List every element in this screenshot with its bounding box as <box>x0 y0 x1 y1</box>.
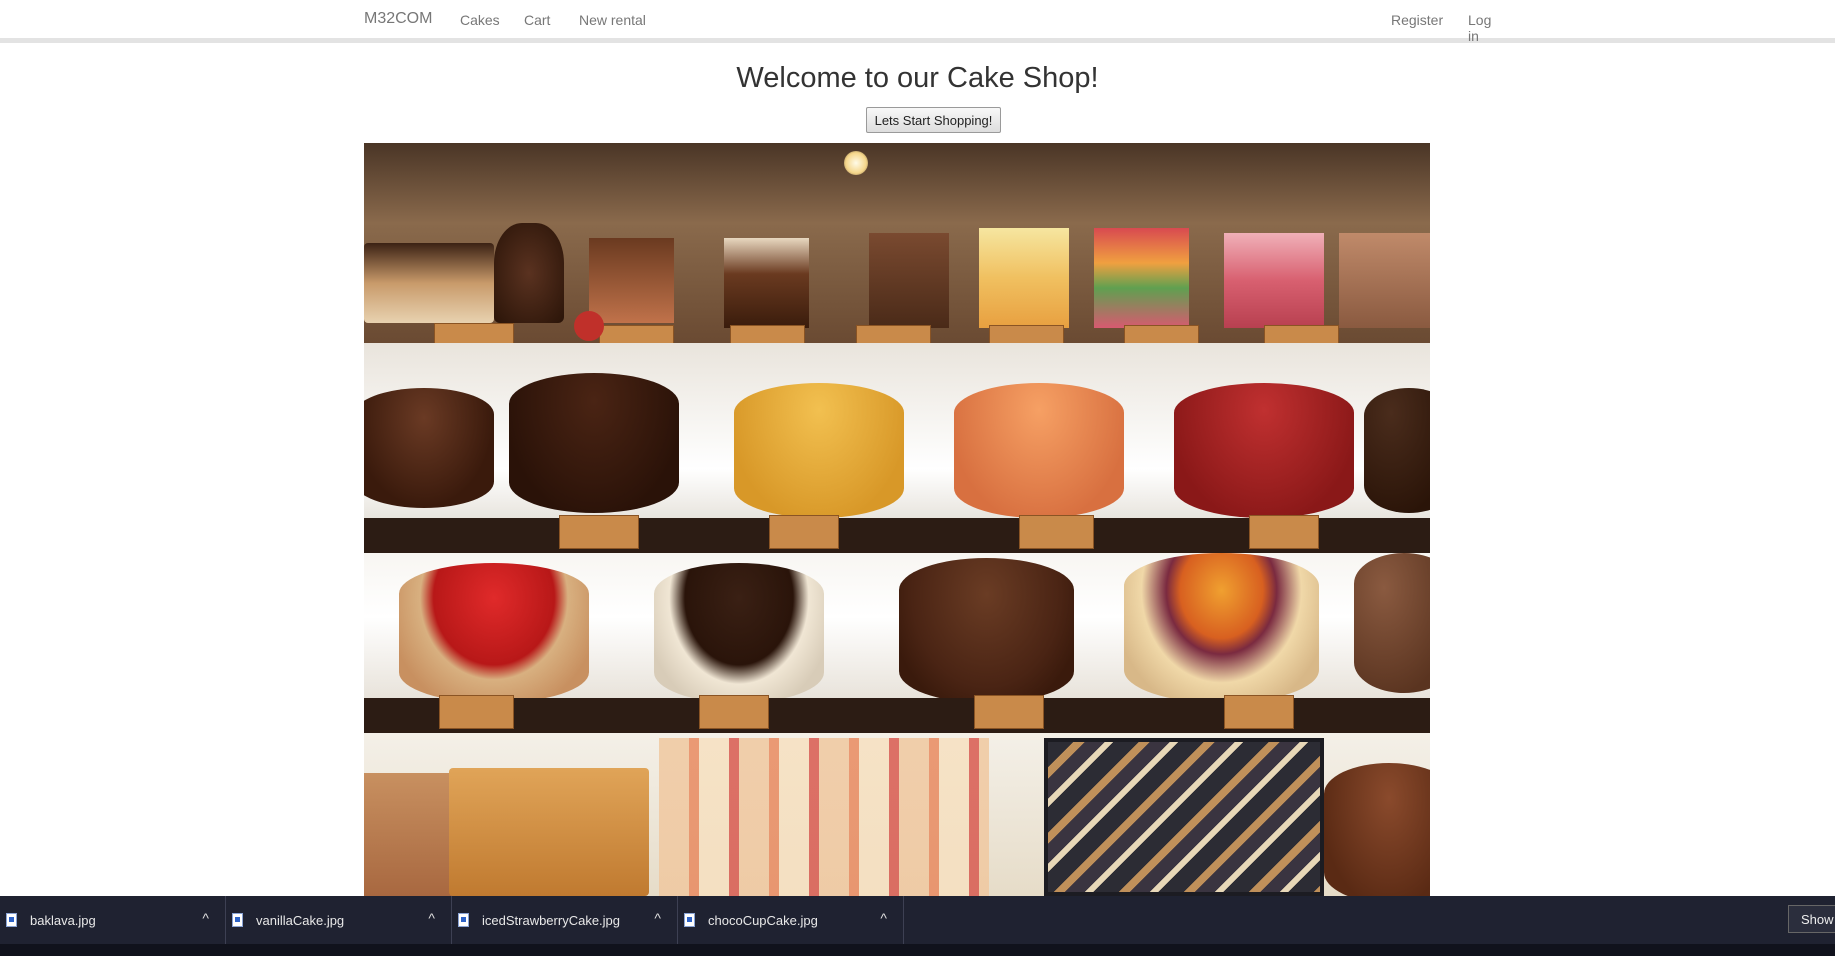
cake-slice <box>1094 228 1189 328</box>
price-tag <box>1249 515 1319 549</box>
strawberry-cake <box>399 563 589 703</box>
chocolate-cake <box>1364 388 1430 513</box>
chocolate-cake <box>1324 763 1430 896</box>
black-forest-cake <box>509 373 679 513</box>
cake-slice <box>869 233 949 328</box>
cake-slice <box>724 238 809 328</box>
cake-slice <box>494 223 564 323</box>
download-filename: icedStrawberryCake.jpg <box>482 913 621 928</box>
navbar-inner: M32COM Cakes Cart New rental Register Lo… <box>364 0 1504 44</box>
cake-slice <box>979 228 1069 328</box>
file-icon <box>458 913 469 927</box>
rainbow-cake <box>954 383 1124 518</box>
cake-slice <box>1224 233 1324 328</box>
nav-link-new-rental[interactable]: New rental <box>579 12 646 28</box>
pastry-tray <box>1044 738 1324 896</box>
nav-link-login[interactable]: Log in <box>1468 12 1504 44</box>
tray-cake <box>364 773 454 896</box>
new-badge-icon <box>574 311 604 341</box>
file-icon <box>684 913 695 927</box>
chocolate-cake <box>364 388 494 508</box>
download-filename: vanillaCake.jpg <box>256 913 345 928</box>
price-tag <box>1224 695 1294 729</box>
download-filename: chocoCupCake.jpg <box>708 913 818 928</box>
cupcakes-display <box>659 738 989 896</box>
file-icon <box>232 913 243 927</box>
price-tag <box>974 695 1044 729</box>
chevron-up-icon[interactable]: ^ <box>428 910 435 926</box>
brand-link[interactable]: M32COM <box>364 10 432 28</box>
price-tag <box>1019 515 1094 549</box>
fruit-cake <box>1124 553 1319 703</box>
download-filename: baklava.jpg <box>30 913 96 928</box>
show-all-button[interactable]: Show <box>1788 905 1835 933</box>
download-item[interactable]: chocoCupCake.jpg ^ <box>678 896 904 944</box>
download-item[interactable]: icedStrawberryCake.jpg ^ <box>452 896 678 944</box>
chevron-up-icon[interactable]: ^ <box>880 910 887 926</box>
price-tag <box>439 695 514 729</box>
os-taskbar <box>0 944 1835 956</box>
nav-link-register[interactable]: Register <box>1391 12 1443 28</box>
start-shopping-button[interactable]: Lets Start Shopping! <box>866 107 1001 133</box>
milk-chocolate-cake <box>734 383 904 518</box>
file-icon <box>6 913 17 927</box>
chocolate-cake <box>1354 553 1430 693</box>
download-item[interactable]: baklava.jpg ^ <box>0 896 226 944</box>
page-title: Welcome to our Cake Shop! <box>736 62 1099 94</box>
chevron-up-icon[interactable]: ^ <box>654 910 661 926</box>
chevron-up-icon[interactable]: ^ <box>202 910 209 926</box>
price-tag <box>699 695 769 729</box>
cake-display-image <box>364 143 1430 896</box>
lamp-light <box>844 151 868 175</box>
red-velvet-cake <box>1174 383 1354 518</box>
cake-slice <box>589 238 674 323</box>
price-tag <box>769 515 839 549</box>
cake-slice <box>1339 233 1430 328</box>
nav-link-cakes[interactable]: Cakes <box>460 12 500 28</box>
oreo-cheese-cake <box>654 563 824 703</box>
download-item[interactable]: vanillaCake.jpg ^ <box>226 896 452 944</box>
price-tag <box>559 515 639 549</box>
top-navbar: M32COM Cakes Cart New rental Register Lo… <box>0 0 1835 44</box>
chocolate-cake <box>899 558 1074 703</box>
cake-slice <box>364 243 494 323</box>
square-cake <box>449 768 649 896</box>
nav-link-cart[interactable]: Cart <box>524 12 550 28</box>
